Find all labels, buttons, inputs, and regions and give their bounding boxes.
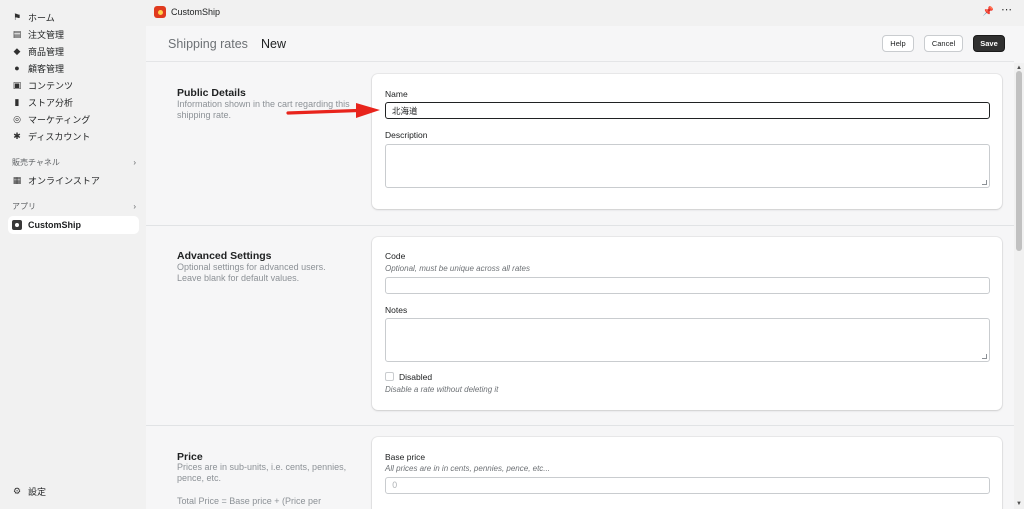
sidebar-item-label: 商品管理	[28, 46, 65, 57]
pin-icon[interactable]: 📌	[983, 6, 994, 17]
more-icon[interactable]: ⋯	[1001, 3, 1012, 16]
sidebar-item-discounts[interactable]: ✱ ディスカウント	[12, 128, 90, 144]
resize-handle-icon[interactable]	[982, 180, 987, 185]
red-arrow-icon	[286, 103, 380, 118]
advanced-settings-title: Advanced Settings	[177, 250, 272, 262]
sidebar-item-label: コンテンツ	[28, 80, 74, 91]
sidebar-item-marketing[interactable]: ◎ マーケティング	[12, 111, 90, 127]
gear-icon: ⚙	[12, 485, 22, 496]
sidebar-item-label: 注文管理	[28, 29, 65, 40]
sidebar-item-label: 顧客管理	[28, 63, 65, 74]
sidebar-item-content[interactable]: ▣ コンテンツ	[12, 77, 73, 93]
advanced-settings-description: Optional settings for advanced users. Le…	[177, 262, 326, 283]
section-divider	[146, 225, 1014, 226]
inbox-icon: ▤	[12, 28, 22, 39]
home-icon: ⚑	[12, 11, 22, 22]
storefront-icon: ▦	[12, 174, 22, 185]
save-button[interactable]: Save	[973, 35, 1005, 52]
apps-label: アプリ	[12, 201, 36, 211]
app-icon	[12, 220, 22, 230]
sidebar-item-analytics[interactable]: ▮ ストア分析	[12, 94, 74, 110]
sidebar: ⚑ ホーム ▤ 注文管理 ◆ 商品管理 ● 顧客管理 ▣ コンテンツ ▮ ストア…	[0, 0, 146, 509]
cancel-button[interactable]: Cancel	[924, 35, 963, 52]
name-field[interactable]: 北海道	[385, 102, 990, 119]
sidebar-item-settings[interactable]: ⚙ 設定	[12, 483, 46, 499]
code-label: Code	[385, 251, 406, 261]
customship-logo-icon	[154, 6, 166, 18]
sidebar-item-label: オンラインストア	[28, 175, 100, 186]
resize-handle-icon[interactable]	[982, 354, 987, 359]
notes-label: Notes	[385, 305, 408, 315]
sidebar-item-label: CustomShip	[28, 220, 81, 230]
sidebar-item-products[interactable]: ◆ 商品管理	[12, 43, 64, 59]
chevron-right-icon: ›	[133, 201, 136, 211]
description-label: Description	[385, 130, 428, 140]
sidebar-item-customers[interactable]: ● 顧客管理	[12, 60, 64, 76]
page-scrollbar[interactable]: ▲ ▼	[1014, 63, 1024, 509]
sidebar-item-label: マーケティング	[28, 114, 91, 125]
sidebar-item-home[interactable]: ⚑ ホーム	[12, 9, 55, 25]
disabled-checkbox[interactable]	[385, 372, 394, 381]
bar-chart-icon: ▮	[14, 96, 20, 107]
disabled-hint: Disable a rate without deleting it	[385, 385, 499, 394]
apps-header[interactable]: アプリ ›	[12, 199, 136, 213]
page-header: Shipping rates New Help Cancel Save	[146, 26, 1014, 62]
description-textarea[interactable]	[385, 144, 990, 188]
public-details-card: Name 北海道 Description	[372, 74, 1002, 209]
page-title: New	[261, 37, 287, 51]
main-content: Public Details Information shown in the …	[146, 63, 1014, 509]
sidebar-item-orders[interactable]: ▤ 注文管理	[12, 26, 64, 42]
app-topbar: CustomShip 📌 ⋯	[146, 0, 1024, 26]
notes-textarea[interactable]	[385, 318, 990, 362]
chevron-right-icon: ›	[133, 157, 136, 167]
scroll-down-icon[interactable]: ▼	[1016, 501, 1022, 507]
public-details-title: Public Details	[177, 87, 246, 99]
base-price-hint: All prices are in in cents, pennies, pen…	[385, 464, 550, 473]
advanced-settings-card: Code Optional, must be unique across all…	[372, 237, 1002, 410]
sidebar-item-label: ホーム	[28, 12, 55, 23]
code-hint: Optional, must be unique across all rate…	[385, 264, 530, 273]
tag-icon: ◆	[13, 45, 21, 56]
sidebar-item-online-store[interactable]: ▦ オンラインストア	[12, 172, 100, 188]
base-price-field[interactable]: 0	[385, 477, 990, 494]
person-icon: ●	[14, 63, 20, 73]
help-button[interactable]: Help	[882, 35, 914, 52]
price-description: Prices are in sub-units, i.e. cents, pen…	[177, 462, 347, 483]
scrollbar-thumb[interactable]	[1016, 71, 1022, 251]
target-icon: ◎	[13, 113, 21, 124]
sidebar-item-customship[interactable]: CustomShip	[8, 216, 139, 234]
code-field[interactable]	[385, 277, 990, 294]
sidebar-item-label: ストア分析	[28, 97, 74, 108]
disabled-label[interactable]: Disabled	[399, 372, 432, 382]
name-label: Name	[385, 89, 408, 99]
price-card: Base price All prices are in in cents, p…	[372, 437, 1002, 509]
sidebar-item-label: 設定	[28, 486, 47, 497]
discount-icon: ✱	[13, 130, 21, 141]
sales-channels-label: 販売チャネル	[12, 157, 60, 167]
app-title: CustomShip	[171, 7, 221, 17]
breadcrumb[interactable]: Shipping rates	[168, 37, 248, 51]
content-icon: ▣	[12, 79, 22, 90]
sales-channels-header[interactable]: 販売チャネル ›	[12, 155, 136, 169]
price-formula: Total Price = Base price + (Price per	[177, 496, 322, 506]
section-divider	[146, 425, 1014, 426]
sidebar-item-label: ディスカウント	[28, 131, 91, 142]
base-price-label: Base price	[385, 452, 426, 462]
